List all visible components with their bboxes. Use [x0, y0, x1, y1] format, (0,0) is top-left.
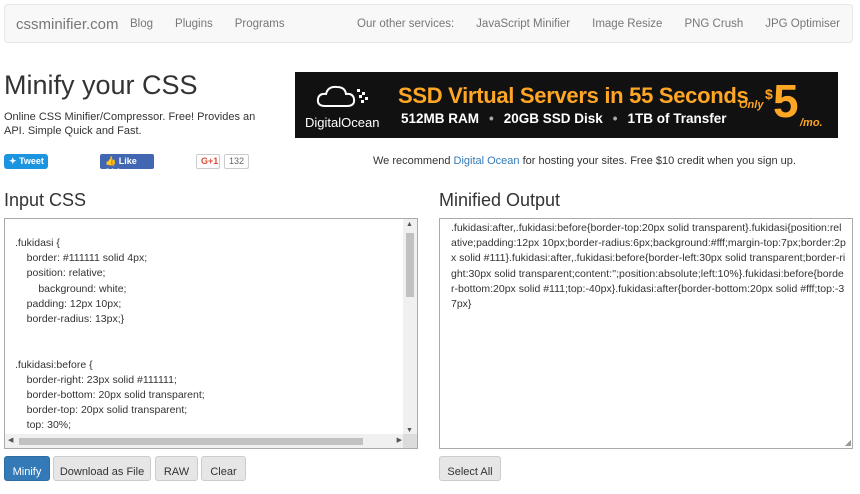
ad-only-label: Only	[739, 99, 764, 111]
scroll-right-icon[interactable]: ▶	[397, 436, 402, 444]
ad-per-month: /mo.	[800, 117, 823, 129]
brand-link[interactable]: cssminifier.com	[16, 16, 119, 33]
ad-headline: SSD Virtual Servers in 55 Seconds	[398, 83, 749, 108]
input-css-textarea[interactable]: .fukidasi { border: #111111 solid 4px; p…	[4, 218, 418, 449]
digital-ocean-link[interactable]: Digital Ocean	[454, 155, 520, 167]
ad-spec-transfer: 1TB of Transfer	[627, 111, 727, 126]
recommend-text: We recommend Digital Ocean for hosting y…	[373, 155, 796, 167]
nav-png-crush-link[interactable]: PNG Crush	[684, 18, 743, 30]
minified-output-textarea[interactable]: .fukidasi:after,.fukidasi:before{border-…	[439, 218, 853, 449]
raw-button[interactable]: RAW	[155, 456, 198, 481]
ad-price: 5	[773, 75, 799, 127]
nav-blog-link[interactable]: Blog	[130, 18, 153, 30]
resize-handle-icon[interactable]: ◢	[845, 438, 851, 447]
ad-spec-ram: 512MB RAM	[401, 111, 480, 126]
facebook-like-button[interactable]: 👍 Like 214	[100, 154, 154, 177]
scroll-down-icon[interactable]: ▼	[406, 427, 413, 434]
minify-button[interactable]: Minify	[4, 456, 50, 481]
ad-spec-disk: 20GB SSD Disk	[503, 111, 603, 126]
nav-programs-link[interactable]: Programs	[235, 18, 285, 30]
scroll-corner	[403, 434, 417, 448]
horizontal-scroll-thumb[interactable]	[19, 438, 363, 445]
thumbs-up-icon: 👍	[105, 156, 117, 166]
horizontal-scrollbar[interactable]: ◀ ▶	[5, 434, 405, 448]
nav-right: Our other services: JavaScript Minifier …	[335, 18, 840, 30]
scroll-left-icon[interactable]: ◀	[8, 436, 13, 444]
twitter-bird-icon: ✦	[9, 156, 17, 166]
nav-left: Blog Plugins Programs	[130, 18, 307, 30]
ad-banner[interactable]: DigitalOcean SSD Virtual Servers in 55 S…	[295, 72, 838, 138]
google-plus-count: 132	[224, 154, 249, 169]
vertical-scrollbar[interactable]: ▲ ▼	[403, 219, 417, 436]
ad-dollar-sign: $	[765, 86, 773, 102]
page-lead: Online CSS Minifier/Compressor. Free! Pr…	[4, 111, 256, 137]
select-all-button[interactable]: Select All	[439, 456, 501, 481]
page-title: Minify your CSS	[4, 70, 198, 100]
input-css-code[interactable]: .fukidasi { border: #111111 solid 4px; p…	[15, 236, 205, 448]
clear-button[interactable]: Clear	[201, 456, 246, 481]
navbar: cssminifier.com Blog Plugins Programs Ou…	[4, 4, 853, 43]
minified-output-text[interactable]: .fukidasi:after,.fukidasi:before{border-…	[451, 221, 846, 312]
nav-plugins-link[interactable]: Plugins	[175, 18, 213, 30]
cloud-logo-icon	[316, 85, 368, 107]
tweet-button[interactable]: ✦ Tweet	[4, 154, 48, 169]
input-css-title: Input CSS	[4, 190, 87, 210]
nav-image-resize-link[interactable]: Image Resize	[592, 18, 662, 30]
download-as-file-button[interactable]: Download as File	[53, 456, 151, 481]
ad-brand-name: DigitalOcean	[305, 115, 380, 130]
ad-specs: 512MB RAM • 20GB SSD Disk • 1TB of Transfer	[401, 111, 727, 126]
other-services-label: Our other services:	[357, 18, 455, 30]
nav-javascript-minifier-link[interactable]: JavaScript Minifier	[476, 18, 570, 30]
vertical-scroll-thumb[interactable]	[406, 233, 414, 297]
nav-jpg-optimiser-link[interactable]: JPG Optimiser	[765, 18, 840, 30]
minified-output-title: Minified Output	[439, 190, 561, 210]
scroll-up-icon[interactable]: ▲	[406, 221, 413, 228]
google-plus-button[interactable]: G+1	[196, 154, 220, 169]
